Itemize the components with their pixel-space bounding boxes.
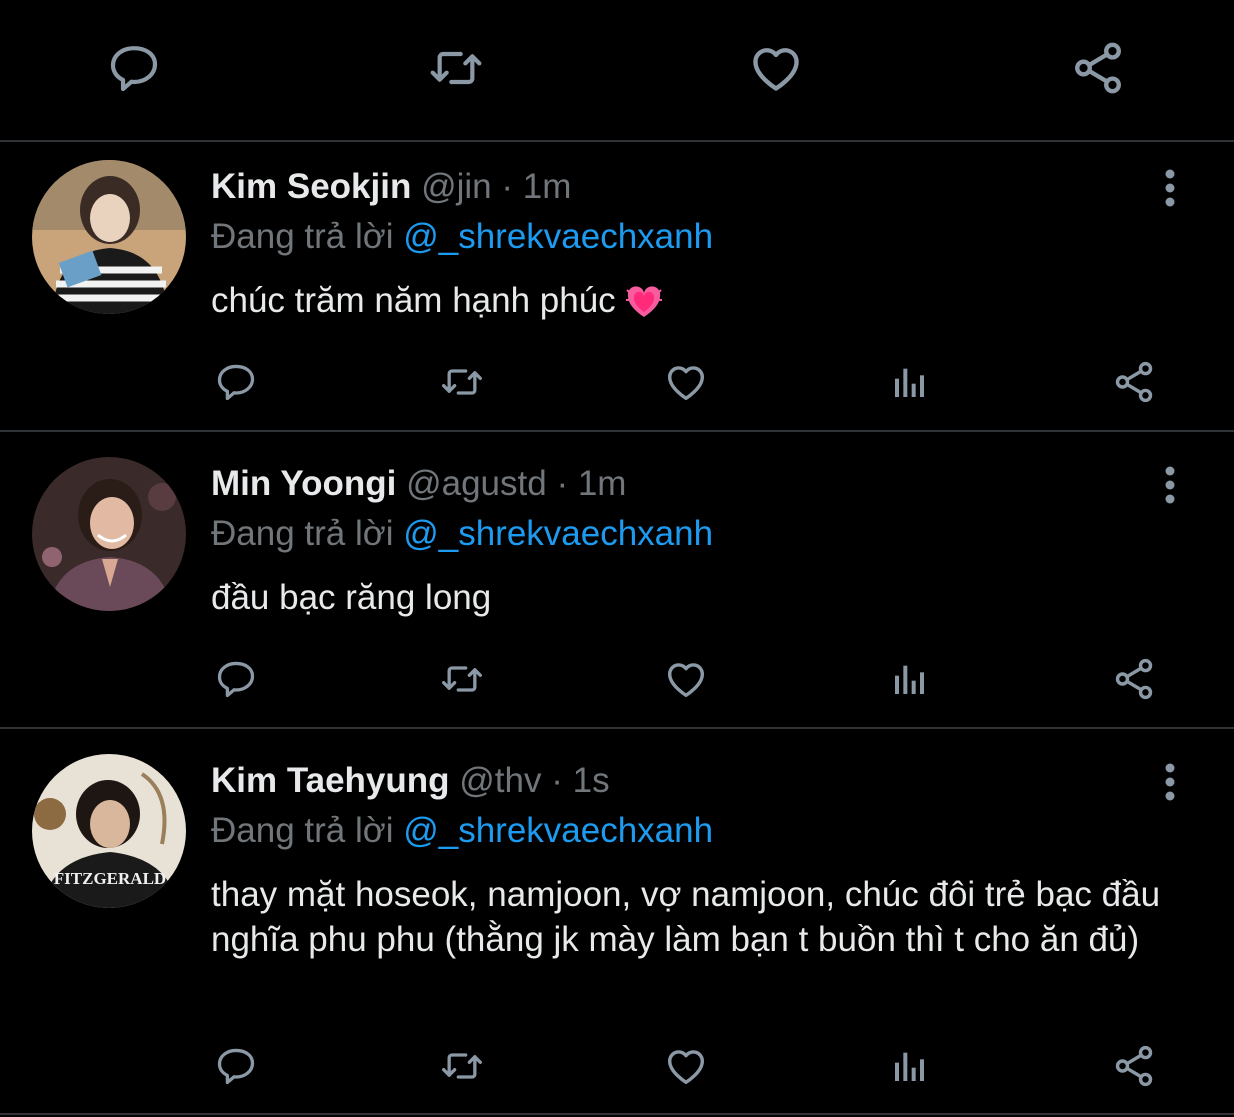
analytics-button[interactable]: [884, 1040, 936, 1092]
share-button[interactable]: [1068, 38, 1128, 98]
share-button[interactable]: [1108, 653, 1160, 705]
display-name[interactable]: Min Yoongi: [211, 464, 396, 503]
like-icon: [667, 663, 705, 698]
more-options-button[interactable]: [1150, 760, 1190, 804]
reply-mention-link[interactable]: @_shrekvaechxanh: [403, 217, 713, 256]
separator-dot: ·: [556, 464, 569, 503]
like-icon: [753, 48, 799, 91]
reply-button[interactable]: [210, 1040, 262, 1092]
like-button[interactable]: [746, 38, 806, 98]
tweet-header: Kim Seokjin @jin · 1m: [211, 166, 571, 208]
reply-icon: [110, 46, 158, 92]
share-icon: [1075, 42, 1121, 94]
tweet-text: thay mặt hoseok, namjoon, vợ namjoon, ch…: [211, 875, 1161, 959]
user-handle[interactable]: @thv: [459, 761, 541, 800]
replying-to-label: Đang trả lời: [211, 217, 394, 256]
display-name[interactable]: Kim Taehyung: [211, 761, 450, 800]
tweet-text: chúc trăm năm hạnh phúc: [211, 278, 1191, 323]
retweet-icon: [442, 666, 482, 692]
timestamp[interactable]: 1s: [573, 761, 610, 800]
tweet[interactable]: Kim Seokjin @jin · 1m Đang trả lời @_shr…: [0, 142, 1234, 430]
avatar-shirt-text: FITZGERALD: [54, 869, 166, 888]
share-button[interactable]: [1108, 356, 1160, 408]
reply-mention-link[interactable]: @_shrekvaechxanh: [403, 514, 713, 553]
replying-to: Đang trả lời @_shrekvaechxanh: [211, 513, 713, 555]
divider: [0, 430, 1234, 432]
tweet-body: chúc trăm năm hạnh phúc: [211, 281, 616, 320]
retweet-button[interactable]: [426, 38, 486, 98]
top-action-bar: [0, 0, 1234, 140]
more-vertical-icon: [1165, 466, 1175, 504]
analytics-icon: [895, 368, 924, 397]
analytics-icon: [895, 665, 924, 694]
replying-to-label: Đang trả lời: [211, 811, 394, 850]
share-icon: [1115, 361, 1153, 403]
retweet-button[interactable]: [436, 356, 488, 408]
reply-mention-link[interactable]: @_shrekvaechxanh: [403, 811, 713, 850]
replying-to: Đang trả lời @_shrekvaechxanh: [211, 216, 713, 258]
replying-to-label: Đang trả lời: [211, 514, 394, 553]
like-icon: [667, 366, 705, 401]
retweet-icon: [442, 369, 482, 395]
retweet-button[interactable]: [436, 653, 488, 705]
more-vertical-icon: [1165, 763, 1175, 801]
retweet-button[interactable]: [436, 1040, 488, 1092]
more-vertical-icon: [1165, 169, 1175, 207]
replying-to: Đang trả lời @_shrekvaechxanh: [211, 810, 713, 852]
reply-button[interactable]: [104, 38, 164, 98]
analytics-icon: [895, 1052, 924, 1081]
more-options-button[interactable]: [1150, 463, 1190, 507]
avatar[interactable]: [32, 457, 186, 611]
user-handle[interactable]: @agustd: [406, 464, 547, 503]
share-icon: [1115, 658, 1153, 700]
timestamp[interactable]: 1m: [578, 464, 627, 503]
retweet-icon: [430, 51, 482, 85]
like-button[interactable]: [660, 1040, 712, 1092]
reply-icon: [217, 661, 255, 698]
share-icon: [1115, 1045, 1153, 1087]
avatar[interactable]: FITZGERALD: [32, 754, 186, 908]
tweet[interactable]: Min Yoongi @agustd · 1m Đang trả lời @_s…: [0, 439, 1234, 727]
avatar[interactable]: [32, 160, 186, 314]
reply-button[interactable]: [210, 653, 262, 705]
divider: [0, 1113, 1234, 1115]
retweet-icon: [442, 1053, 482, 1079]
separator-dot: ·: [501, 167, 513, 206]
more-options-button[interactable]: [1150, 166, 1190, 210]
tweet-text: đầu bạc răng long: [211, 578, 492, 617]
reply-button[interactable]: [210, 356, 262, 408]
analytics-button[interactable]: [884, 653, 936, 705]
like-button[interactable]: [660, 653, 712, 705]
like-icon: [667, 1050, 705, 1085]
tweet-header: Min Yoongi @agustd · 1m: [211, 463, 626, 505]
timestamp[interactable]: 1m: [523, 167, 572, 206]
beating-heart-emoji-icon: [625, 286, 662, 320]
tweet[interactable]: FITZGERALD Kim Taehyung @thv · 1s Đang t…: [0, 736, 1234, 1117]
divider: [0, 727, 1234, 729]
share-button[interactable]: [1108, 1040, 1160, 1092]
analytics-button[interactable]: [884, 356, 936, 408]
separator-dot: ·: [551, 761, 563, 800]
reply-icon: [217, 364, 255, 401]
tweet-header: Kim Taehyung @thv · 1s: [211, 760, 610, 802]
display-name[interactable]: Kim Seokjin: [211, 167, 411, 206]
reply-icon: [217, 1048, 255, 1085]
like-button[interactable]: [660, 356, 712, 408]
user-handle[interactable]: @jin: [421, 167, 492, 206]
